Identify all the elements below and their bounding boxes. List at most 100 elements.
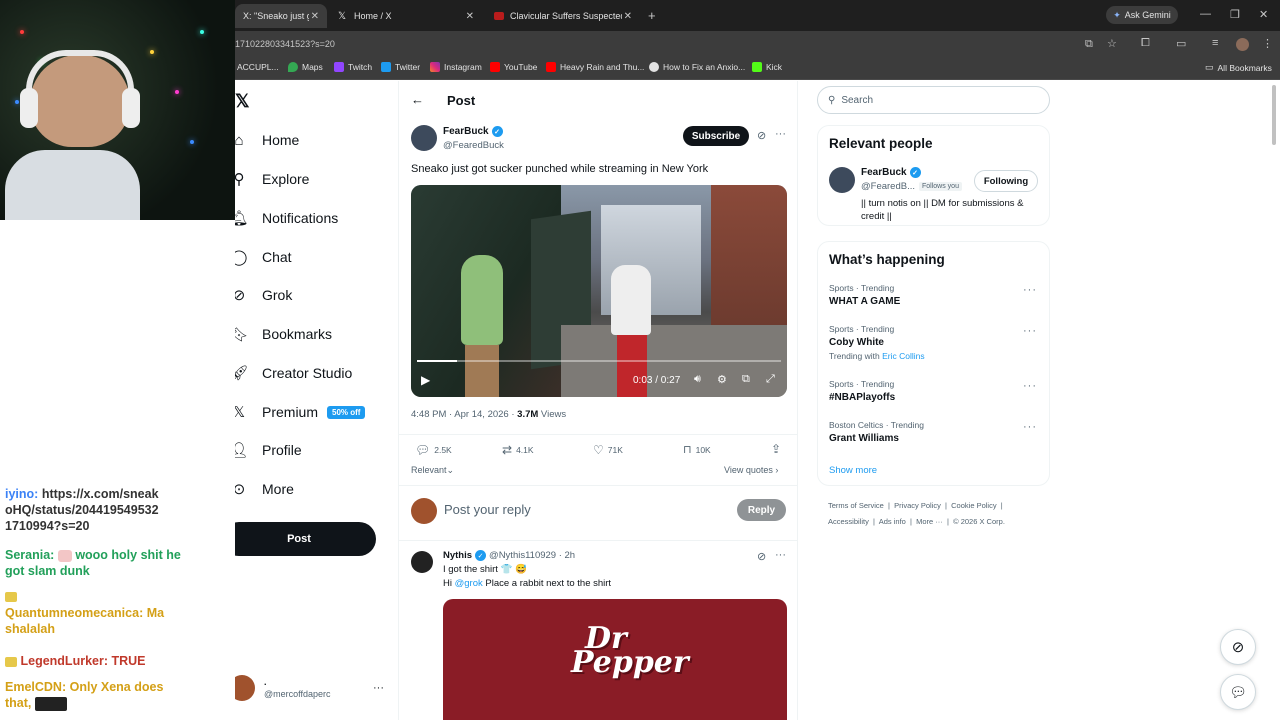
nav-notifications[interactable]: 🔔︎ Notifications [229, 209, 338, 227]
bookmark-item[interactable]: ACCUPL... [237, 62, 279, 72]
more-icon[interactable]: ··· [1023, 325, 1037, 337]
grok-float-button[interactable]: ⊘ [1220, 629, 1256, 665]
pip-icon[interactable]: ⧉ [742, 373, 750, 386]
trend-item[interactable]: Boston Celtics · Trending Grant Williams [829, 420, 1039, 444]
verified-icon: ✓ [491, 126, 503, 137]
nav-premium[interactable]: 𝕏 Premium 50% off [230, 403, 366, 421]
nav-explore[interactable]: ⚲ Explore [230, 170, 310, 188]
bookmark-youtube[interactable]: YouTube [490, 62, 537, 72]
footer-link[interactable]: More ··· [916, 517, 943, 526]
menu-icon[interactable]: ⋮ [1262, 37, 1273, 50]
nav-bookmarks[interactable]: 🔖︎ Bookmarks [229, 325, 332, 343]
following-button[interactable]: Following [974, 170, 1038, 192]
nav-profile[interactable]: 👤︎ Profile [229, 441, 301, 459]
trend-extra-link[interactable]: Eric Collins [882, 351, 925, 361]
back-arrow-icon[interactable]: ← [411, 92, 424, 107]
nav-creator-studio[interactable]: 🚀︎ Creator Studio [229, 364, 352, 382]
tab-clavicular[interactable]: Clavicular Suffers Suspected O ✕ [486, 4, 640, 28]
reply-action[interactable]: 💬︎ 2.5K [415, 443, 452, 457]
bookmark-twitter[interactable]: Twitter [381, 62, 420, 72]
scrollbar-thumb[interactable] [1272, 85, 1276, 145]
extensions-icon[interactable]: ⧠ [1141, 37, 1150, 50]
search-box[interactable]: ⚲ Search [817, 86, 1050, 114]
subscribe-button[interactable]: Subscribe [683, 126, 749, 146]
video-progress-track[interactable] [417, 360, 781, 362]
like-action[interactable]: ♡ 71K [593, 443, 623, 457]
volume-icon[interactable]: 🔊︎ [694, 373, 701, 386]
maximize-icon[interactable]: ❐ [1230, 8, 1240, 21]
tab-home[interactable]: 𝕏 Home / X ✕ [328, 4, 482, 28]
url-field[interactable]: 1710228033415​23?s=20 [235, 39, 335, 49]
person-name-row[interactable]: FearBuck ✓ [861, 167, 921, 178]
fairy-light [20, 30, 24, 34]
settings-icon[interactable]: ⚙ [717, 373, 727, 386]
nav-chat[interactable]: ◯ Chat [230, 248, 292, 266]
all-bookmarks[interactable]: ▭ All Bookmarks [1205, 62, 1272, 73]
grok-mention-link[interactable]: @grok [455, 578, 483, 589]
author-avatar[interactable] [411, 125, 437, 151]
grok-icon[interactable]: ⊘ [757, 129, 766, 142]
grok-icon[interactable]: ⊘ [757, 550, 766, 563]
nythis-name[interactable]: Nythis [443, 550, 472, 561]
new-tab-icon[interactable]: + [648, 8, 656, 23]
relevant-sort[interactable]: Relevant⌄ [411, 465, 454, 476]
video-player[interactable]: ▶ 0:03 / 0:27 🔊︎ ⚙ ⧉ ⤢ [411, 185, 787, 397]
cast-icon[interactable]: ⧉ [1085, 38, 1093, 51]
trend-item[interactable]: Sports · Trending Coby White Trending wi… [829, 324, 1039, 361]
ask-gemini-button[interactable]: ✦ Ask Gemini [1106, 6, 1178, 24]
footer-link[interactable]: Cookie Policy [951, 501, 996, 510]
tab-sneako[interactable]: X: "Sneako just got ✕ [235, 4, 327, 28]
reply-input[interactable]: Post your reply [444, 502, 531, 517]
play-icon[interactable]: ▶ [421, 373, 430, 387]
nythis-handle: @Nythis110929 · 2h [489, 550, 576, 561]
bookmark-weather[interactable]: Heavy Rain and Thu... [546, 62, 644, 72]
more-icon[interactable]: ··· [775, 128, 786, 140]
profile-avatar[interactable] [1236, 38, 1249, 51]
footer-link[interactable]: Ads info [879, 517, 906, 526]
compose-post-button[interactable]: Post [222, 522, 376, 556]
nav-more[interactable]: ⊙ More [230, 480, 294, 498]
close-icon[interactable]: ✕ [311, 11, 319, 22]
bookmark-anxiety[interactable]: How to Fix an Anxio... [649, 62, 745, 72]
more-icon[interactable]: ··· [1023, 421, 1037, 433]
bookmark-maps[interactable]: Maps [288, 62, 323, 72]
account-menu-icon[interactable]: ··· [373, 682, 384, 694]
close-icon[interactable]: ✕ [624, 11, 632, 22]
media-icon[interactable]: ≡ [1212, 37, 1218, 49]
video-time: 0:03 / 0:27 [633, 375, 681, 386]
video-frame-person-white [611, 265, 651, 335]
more-icon[interactable]: ··· [775, 549, 786, 561]
close-icon[interactable]: ✕ [466, 11, 474, 22]
bookmark-twitch[interactable]: Twitch [334, 62, 372, 72]
split-view-icon[interactable]: ▭ [1176, 37, 1186, 50]
trend-item[interactable]: Sports · Trending #NBAPlayoffs [829, 379, 1039, 403]
footer-link[interactable]: Accessibility [828, 517, 869, 526]
window-close-icon[interactable]: ✕ [1259, 8, 1268, 21]
more-icon[interactable]: ··· [1023, 380, 1037, 392]
bookmark-action[interactable]: ⊓ 10K [683, 443, 711, 456]
repost-action[interactable]: ⇄ 4.1K [502, 443, 534, 457]
show-more-link[interactable]: Show more [829, 465, 877, 476]
reply-button[interactable]: Reply [737, 499, 786, 521]
shirt-image[interactable]: Dr Pepper [443, 599, 787, 720]
author-name-row[interactable]: FearBuck ✓ [443, 126, 503, 137]
emote-icon [57, 549, 72, 562]
streamer-shirt [5, 150, 140, 220]
view-quotes-link[interactable]: View quotes › [724, 465, 778, 475]
share-action[interactable]: ⇪ [771, 442, 781, 456]
star-icon[interactable]: ☆ [1107, 37, 1117, 50]
nythis-avatar[interactable] [411, 551, 433, 573]
bookmark-kick[interactable]: Kick [752, 62, 782, 72]
person-avatar[interactable] [829, 167, 855, 193]
fullscreen-icon[interactable]: ⤢ [766, 373, 775, 386]
trend-item[interactable]: Sports · Trending WHAT A GAME [829, 283, 1039, 307]
chat-float-button[interactable]: 💬︎ [1220, 674, 1256, 710]
x-logo-icon[interactable]: 𝕏 [235, 91, 250, 112]
more-icon[interactable]: ··· [1023, 284, 1037, 296]
nav-grok[interactable]: ⊘ Grok [230, 286, 293, 304]
minimize-icon[interactable]: — [1200, 8, 1211, 20]
bookmark-instagram[interactable]: Instagram [430, 62, 482, 72]
nav-home[interactable]: ⌂ Home [230, 131, 299, 149]
footer-link[interactable]: Terms of Service [828, 501, 884, 510]
footer-link[interactable]: Privacy Policy [894, 501, 941, 510]
